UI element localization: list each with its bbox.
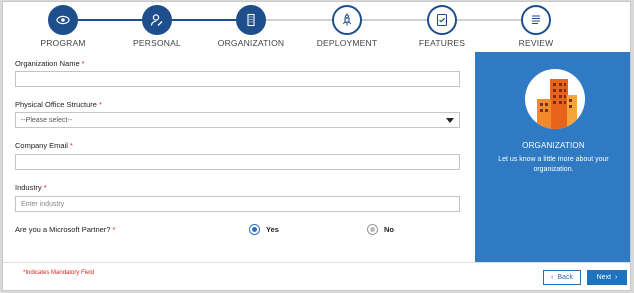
radio-unselected-icon (367, 224, 378, 235)
progress-stepper: PROGRAM PERSONAL ORGANIZATION DEPLOYMENT (3, 2, 630, 52)
wizard-frame: PROGRAM PERSONAL ORGANIZATION DEPLOYMENT (2, 1, 631, 291)
partner-no-label: No (384, 225, 394, 234)
rocket-icon (332, 5, 362, 35)
partner-yes-radio[interactable]: Yes (249, 224, 279, 235)
document-list-icon (521, 5, 551, 35)
step-organization[interactable]: ORGANIZATION (196, 5, 306, 48)
next-button[interactable]: Next › (587, 270, 627, 285)
step-label: ORGANIZATION (217, 38, 285, 48)
info-panel: ORGANIZATION Let us know a little more a… (475, 52, 630, 262)
partner-question-label: Are you a Microsoft Partner? * (15, 225, 116, 234)
panel-title: ORGANIZATION (522, 141, 585, 150)
step-label: REVIEW (518, 38, 554, 48)
building-illustration-icon (525, 69, 585, 129)
wizard-footer: *Indicates Mandatory Field ‹ Back Next › (3, 262, 630, 290)
user-edit-icon (142, 5, 172, 35)
checklist-icon (427, 5, 457, 35)
org-name-input[interactable] (15, 71, 460, 87)
step-review[interactable]: REVIEW (481, 5, 591, 48)
eye-icon (48, 5, 78, 35)
back-button-label: Back (557, 274, 573, 281)
office-structure-selected: --Please select-- (21, 117, 72, 124)
partner-yes-label: Yes (266, 225, 279, 234)
radio-selected-icon (249, 224, 260, 235)
chevron-right-icon: › (615, 274, 618, 281)
industry-label: Industry * (15, 183, 47, 192)
step-label: DEPLOYMENT (316, 38, 378, 48)
company-email-label: Company Email * (15, 141, 73, 150)
back-button[interactable]: ‹ Back (543, 270, 581, 285)
organization-form: Organization Name * Physical Office Struc… (3, 52, 475, 262)
company-email-input[interactable] (15, 154, 460, 170)
partner-no-radio[interactable]: No (367, 224, 394, 235)
org-name-label: Organization Name * (15, 59, 85, 68)
office-structure-label: Physical Office Structure * (15, 100, 102, 109)
panel-description: Let us know a little more about your org… (498, 156, 609, 173)
chevron-down-icon (446, 118, 454, 123)
mandatory-note: *Indicates Mandatory Field (23, 270, 95, 276)
office-structure-select[interactable]: --Please select-- (15, 112, 460, 128)
building-icon (236, 5, 266, 35)
chevron-left-icon: ‹ (551, 274, 554, 281)
industry-input[interactable]: Enter industry (15, 196, 460, 212)
step-deployment[interactable]: DEPLOYMENT (292, 5, 402, 48)
next-button-label: Next (596, 274, 612, 281)
